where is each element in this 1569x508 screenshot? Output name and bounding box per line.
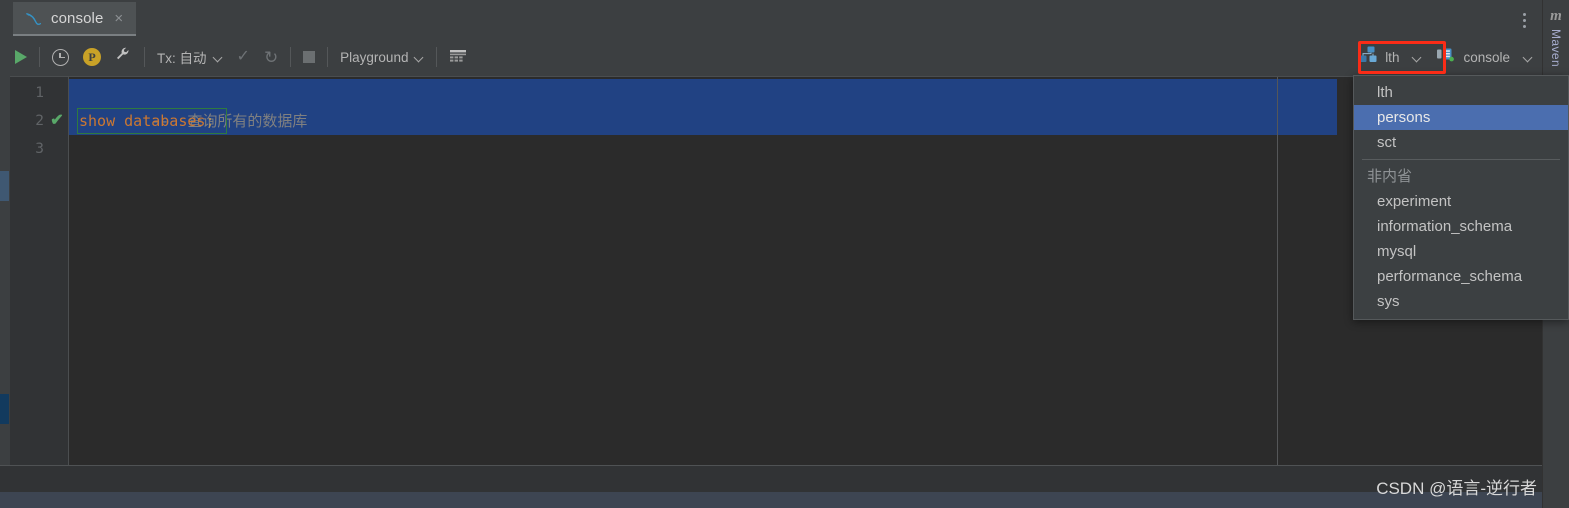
left-strip-marker-secondary: [0, 171, 9, 201]
schema-selector[interactable]: Playground: [333, 38, 431, 76]
console-session-selector[interactable]: console: [1430, 43, 1543, 71]
sql-semicolon: ;: [205, 112, 215, 130]
chevron-down-icon: [214, 53, 223, 62]
code-line-2: show databases;: [79, 107, 214, 135]
settings-button[interactable]: [108, 38, 139, 76]
watermark: CSDN @语言-逆行者: [1376, 479, 1537, 498]
chevron-down-icon: [1524, 53, 1533, 62]
history-button[interactable]: [45, 38, 76, 76]
dropdown-group-label: 非内省: [1367, 168, 1413, 185]
profile-icon: P: [83, 48, 101, 66]
maven-icon: m: [1550, 8, 1562, 24]
dropdown-item-sys[interactable]: sys: [1354, 289, 1568, 314]
stop-icon: [303, 51, 316, 63]
dropdown-item-sct[interactable]: sct: [1354, 130, 1568, 155]
dropdown-item-information-schema[interactable]: information_schema: [1354, 214, 1568, 239]
editor-gutter: 1 2 3 ✔: [10, 77, 69, 466]
right-margin-guide: [1277, 77, 1278, 466]
rollback-icon: ↺: [263, 47, 279, 67]
rollback-button[interactable]: ↺: [257, 38, 285, 76]
transaction-mode-selector[interactable]: Tx: 自动: [150, 38, 230, 76]
toolbar-divider: [290, 47, 292, 67]
console-session-label: console: [1463, 49, 1510, 65]
sql-editor[interactable]: 1 2 3 ✔ -- 查询所有的数据库 show databases;: [10, 76, 1543, 466]
toolbar-divider: [327, 47, 329, 67]
toolbar-divider: [436, 47, 438, 67]
editor-status-strip: [0, 465, 1543, 493]
line-number: 2: [35, 113, 44, 129]
statement-ok-icon[interactable]: ✔: [48, 107, 66, 135]
dropdown-item-lth[interactable]: lth: [1354, 80, 1568, 105]
table-editor-icon: [449, 49, 467, 65]
maven-label: Maven: [1549, 29, 1563, 68]
toolbar-divider: [144, 47, 145, 67]
tab-console[interactable]: console ×: [13, 2, 137, 36]
mysql-dolphin-icon: [25, 10, 42, 27]
code-line-1: -- 查询所有的数据库: [79, 79, 307, 130]
chevron-down-icon: [415, 53, 424, 62]
wrench-icon: [115, 46, 132, 68]
history-icon: [52, 48, 69, 66]
editor-code-area[interactable]: -- 查询所有的数据库 show databases;: [69, 77, 1543, 466]
dropdown-item-mysql[interactable]: mysql: [1354, 239, 1568, 264]
run-button[interactable]: [8, 38, 34, 76]
dropdown-item-performance-schema[interactable]: performance_schema: [1354, 264, 1568, 289]
tab-label: console: [51, 9, 104, 27]
left-strip-marker: [0, 394, 9, 424]
close-icon[interactable]: ×: [114, 11, 123, 26]
tool-window-maven[interactable]: m Maven: [1543, 6, 1569, 67]
schema-label: Playground: [340, 49, 409, 65]
table-editor-button[interactable]: [442, 38, 474, 76]
toolbar-divider: [39, 47, 40, 67]
transaction-mode-label: Tx: 自动: [157, 51, 207, 66]
editor-tab-bar: console ×: [0, 0, 1569, 39]
sql-console-toolbar: P Tx: 自动 ✓ ↺ Playground: [0, 38, 1543, 76]
sql-keyword: show databases: [79, 112, 206, 130]
dropdown-item-experiment[interactable]: experiment: [1354, 189, 1568, 214]
annotation-highlight-box: [1358, 41, 1446, 74]
line-number: 1: [35, 85, 44, 101]
check-icon: ✓: [236, 48, 250, 65]
ide-window: console × P Tx: 自动 ✓ ↺ Playground lth co…: [0, 0, 1569, 508]
database-dropdown-menu[interactable]: lth persons sct 非内省 experiment informati…: [1353, 75, 1569, 320]
dropdown-separator: [1362, 159, 1560, 160]
more-options-icon[interactable]: [1515, 9, 1533, 31]
stop-button[interactable]: [296, 38, 322, 76]
commit-button[interactable]: ✓: [230, 38, 257, 76]
line-number: 3: [35, 141, 44, 157]
profile-button[interactable]: P: [76, 38, 108, 76]
run-icon: [15, 50, 27, 64]
dropdown-item-persons[interactable]: persons: [1354, 105, 1568, 130]
bottom-status-bar: [0, 492, 1569, 508]
